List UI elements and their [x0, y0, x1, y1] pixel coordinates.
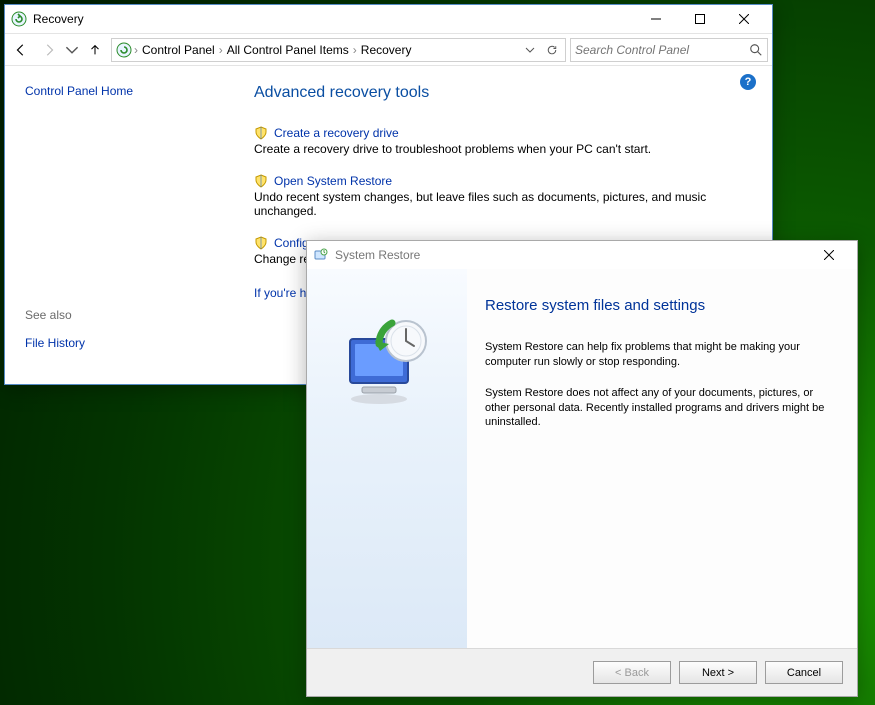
- tool-desc-recovery-drive: Create a recovery drive to troubleshoot …: [254, 142, 748, 156]
- address-dropdown[interactable]: [519, 39, 541, 61]
- refresh-button[interactable]: [541, 39, 563, 61]
- search-box[interactable]: [570, 38, 768, 62]
- shield-icon: [254, 174, 268, 188]
- system-restore-dialog: System Restore Restore s: [306, 240, 858, 697]
- restore-graphic: [332, 305, 442, 415]
- back-button[interactable]: [9, 38, 33, 62]
- restore-button-row: < Back Next > Cancel: [307, 648, 857, 696]
- tool-link-recovery-drive[interactable]: Create a recovery drive: [274, 126, 399, 140]
- restore-heading: Restore system files and settings: [485, 297, 829, 314]
- tool-create-recovery-drive: Create a recovery drive Create a recover…: [254, 126, 748, 156]
- search-input[interactable]: [575, 43, 749, 57]
- address-bar[interactable]: › Control Panel › All Control Panel Item…: [111, 38, 566, 62]
- forward-button[interactable]: [37, 38, 61, 62]
- up-button[interactable]: [83, 38, 107, 62]
- recent-dropdown[interactable]: [65, 38, 79, 62]
- restore-para-1: System Restore can help fix problems tha…: [485, 340, 829, 370]
- recovery-titlebar[interactable]: Recovery: [5, 5, 772, 33]
- next-wizard-button[interactable]: Next >: [679, 661, 757, 684]
- restore-app-icon: [313, 247, 329, 263]
- minimize-button[interactable]: [634, 5, 678, 33]
- file-history-link[interactable]: File History: [25, 336, 210, 350]
- tool-link-system-restore[interactable]: Open System Restore: [274, 174, 392, 188]
- help-icon[interactable]: ?: [740, 74, 756, 90]
- restore-content: Restore system files and settings System…: [467, 269, 857, 648]
- recovery-app-icon: [11, 11, 27, 27]
- close-button[interactable]: [722, 5, 766, 33]
- shield-icon: [254, 126, 268, 140]
- see-also-label: See also: [25, 308, 210, 322]
- restore-close-button[interactable]: [807, 241, 851, 269]
- shield-icon: [254, 236, 268, 250]
- tool-desc-system-restore: Undo recent system changes, but leave fi…: [254, 190, 748, 218]
- cancel-wizard-button[interactable]: Cancel: [765, 661, 843, 684]
- maximize-button[interactable]: [678, 5, 722, 33]
- restore-graphic-pane: [307, 269, 467, 648]
- sidebar: Control Panel Home See also File History: [5, 66, 230, 384]
- restore-title: System Restore: [335, 248, 420, 262]
- page-heading: Advanced recovery tools: [254, 84, 748, 102]
- restore-titlebar[interactable]: System Restore: [307, 241, 857, 269]
- crumb-2[interactable]: Recovery: [357, 43, 416, 57]
- back-wizard-button[interactable]: < Back: [593, 661, 671, 684]
- nav-toolbar: › Control Panel › All Control Panel Item…: [5, 33, 772, 66]
- crumb-0[interactable]: Control Panel: [138, 43, 219, 57]
- search-icon: [749, 43, 763, 57]
- control-panel-home-link[interactable]: Control Panel Home: [25, 84, 210, 98]
- tool-open-system-restore: Open System Restore Undo recent system c…: [254, 174, 748, 218]
- restore-para-2: System Restore does not affect any of yo…: [485, 386, 829, 431]
- crumb-1[interactable]: All Control Panel Items: [223, 43, 353, 57]
- recovery-path-icon: [116, 42, 132, 58]
- recovery-title: Recovery: [33, 12, 84, 26]
